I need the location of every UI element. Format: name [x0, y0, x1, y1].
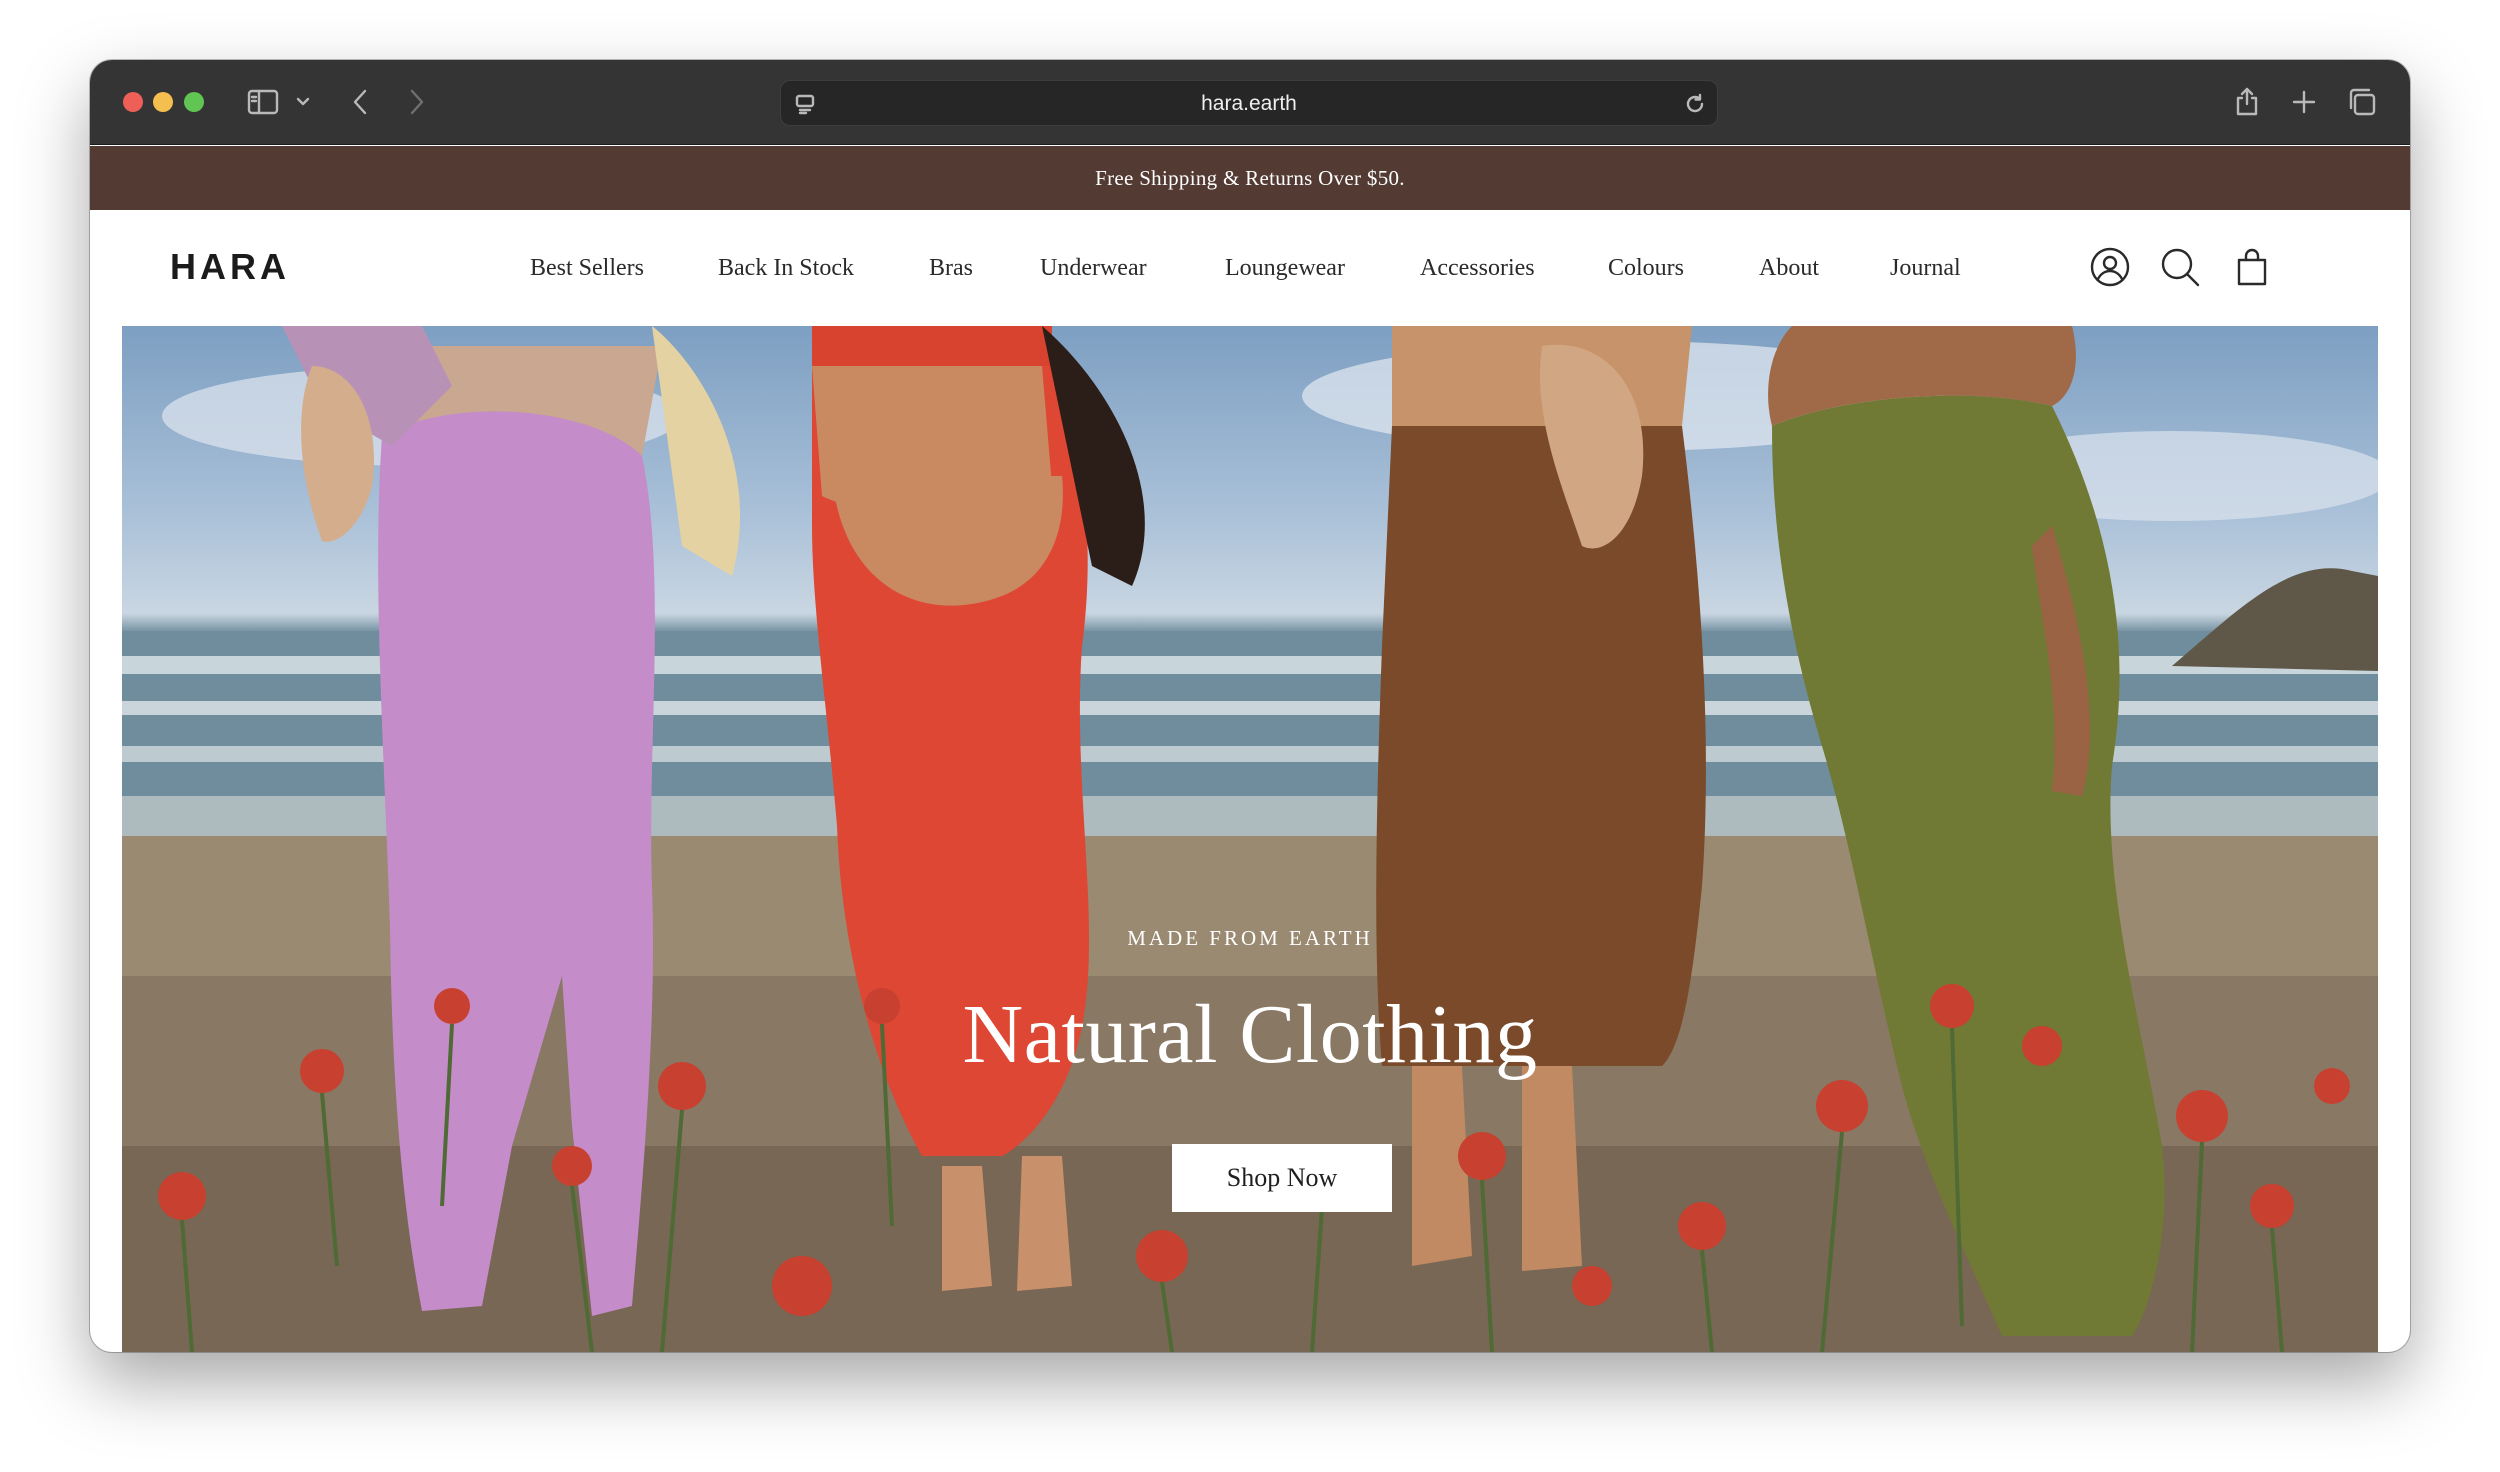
nav-back-in-stock[interactable]: Back In Stock — [718, 210, 854, 326]
address-bar[interactable]: hara.earth — [780, 80, 1718, 126]
chevron-down-icon[interactable] — [294, 90, 312, 114]
forward-icon[interactable] — [405, 86, 429, 118]
hero-title: Natural Clothing — [962, 988, 1538, 1081]
account-icon[interactable] — [2087, 244, 2133, 290]
nav-underwear[interactable]: Underwear — [1040, 210, 1147, 326]
back-icon[interactable] — [348, 86, 372, 118]
browser-toolbar: hara.earth — [90, 60, 2410, 145]
browser-window: hara.earth Free Shipping & Returns Over … — [90, 60, 2410, 1352]
shop-now-button[interactable]: Shop Now — [1172, 1144, 1392, 1212]
new-tab-icon[interactable] — [2287, 85, 2321, 119]
tabs-overview-icon[interactable] — [2344, 84, 2380, 120]
nav-colours[interactable]: Colours — [1608, 210, 1684, 326]
hero-banner: MADE FROM EARTH Natural Clothing Shop No… — [122, 326, 2378, 1352]
nav-bras[interactable]: Bras — [929, 210, 973, 326]
announcement-bar: Free Shipping & Returns Over $50. — [90, 146, 2410, 210]
nav-journal[interactable]: Journal — [1890, 210, 1961, 326]
url-text: hara.earth — [1201, 92, 1297, 115]
cart-icon[interactable] — [2229, 244, 2275, 290]
nav-accessories[interactable]: Accessories — [1420, 210, 1535, 326]
sidebar-icon[interactable] — [246, 86, 280, 118]
close-window-button[interactable] — [123, 92, 143, 112]
brand-logo[interactable]: HARA — [170, 246, 290, 288]
reload-icon[interactable] — [1681, 90, 1709, 118]
hero-eyebrow: MADE FROM EARTH — [1127, 926, 1373, 950]
share-icon[interactable] — [2230, 82, 2264, 120]
site-header: HARA Best Sellers Back In Stock Bras Und… — [90, 210, 2410, 326]
announcement-text: Free Shipping & Returns Over $50. — [1095, 166, 1405, 190]
nav-about[interactable]: About — [1759, 210, 1819, 326]
nav-loungewear[interactable]: Loungewear — [1225, 210, 1345, 326]
search-icon[interactable] — [2157, 244, 2203, 290]
nav-best-sellers[interactable]: Best Sellers — [530, 210, 644, 326]
minimize-window-button[interactable] — [153, 92, 173, 112]
zoom-window-button[interactable] — [184, 92, 204, 112]
